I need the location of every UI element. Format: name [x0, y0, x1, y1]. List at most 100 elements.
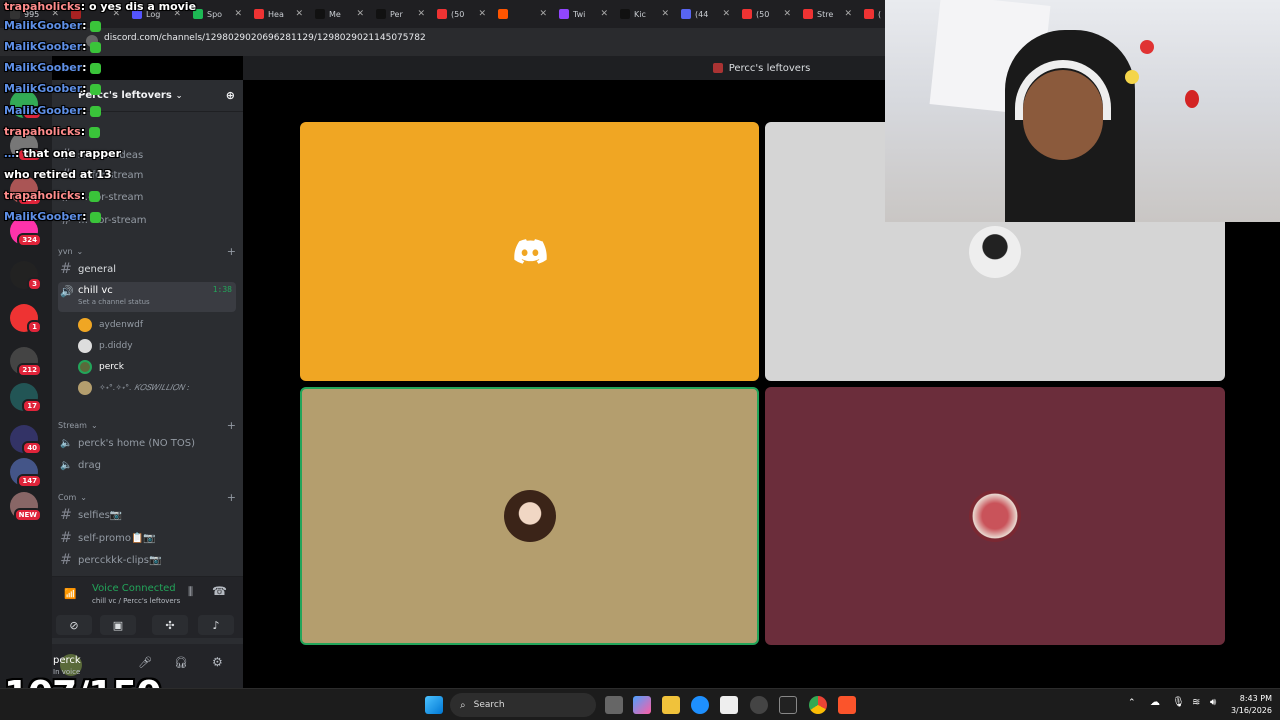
- notification-badge: 147: [17, 474, 42, 488]
- add-channel-icon[interactable]: +: [227, 245, 236, 258]
- file-explorer-icon[interactable]: [662, 696, 680, 714]
- video-tile-aydenwdf[interactable]: [300, 122, 759, 381]
- add-member-icon[interactable]: ⊕: [226, 89, 235, 102]
- chrome-icon[interactable]: [809, 696, 827, 714]
- wifi-icon[interactable]: ≋: [1192, 697, 1200, 708]
- voice-location[interactable]: chill vc / Percc's leftovers: [92, 597, 180, 605]
- settings-gear-icon[interactable]: ⚙: [212, 655, 223, 669]
- tab-label: Twi: [573, 9, 586, 19]
- channel-drag[interactable]: 🔈 drag: [58, 455, 236, 475]
- category-yvn[interactable]: yvn ⌄ +: [58, 245, 236, 258]
- voice-user[interactable]: p.diddy: [78, 337, 133, 355]
- avatar: [503, 490, 556, 542]
- chevron-down-icon: ⌄: [90, 421, 98, 430]
- store-icon[interactable]: [720, 696, 738, 714]
- taskbar-search[interactable]: ⌕ Search: [450, 693, 596, 717]
- browser-tab[interactable]: Spo ✕: [187, 2, 248, 26]
- edge-icon[interactable]: [691, 696, 709, 714]
- speaker-icon: 🔈: [60, 459, 73, 471]
- signal-icon[interactable]: 📶: [64, 589, 76, 600]
- start-button-icon[interactable]: [425, 696, 443, 714]
- soundboard-button[interactable]: ♪: [198, 615, 234, 635]
- close-tab-icon[interactable]: ✕: [722, 9, 730, 19]
- capcut-icon[interactable]: [779, 696, 797, 714]
- channel-chill-vc[interactable]: 🔊 chill vc Set a channel status 1:38: [58, 282, 236, 312]
- video-tile-perck[interactable]: [765, 387, 1225, 645]
- volume-icon[interactable]: 🔊︎: [1210, 697, 1216, 708]
- disconnect-icon[interactable]: ☎: [212, 584, 227, 598]
- server-icon[interactable]: 40: [10, 425, 42, 455]
- obs-icon[interactable]: [750, 696, 768, 714]
- tab-label: Hea: [268, 9, 284, 19]
- headphones-icon[interactable]: 🎧︎: [174, 656, 188, 669]
- browser-tab[interactable]: (44 ✕: [675, 2, 736, 26]
- server-icon[interactable]: 3: [10, 261, 42, 291]
- voice-status[interactable]: Voice Connected: [92, 583, 176, 594]
- channel-self-promo[interactable]: # self-promo📋📷: [58, 528, 236, 548]
- add-channel-icon[interactable]: +: [227, 419, 236, 432]
- channel-general[interactable]: # general: [58, 259, 236, 279]
- browser-tab[interactable]: (50 ✕: [736, 2, 797, 26]
- browser-tab[interactable]: Per ✕: [370, 2, 431, 26]
- category-stream[interactable]: Stream ⌄ +: [58, 419, 236, 432]
- voice-connected-panel: 📶 Voice Connected chill vc / Percc's lef…: [52, 576, 243, 638]
- browser-tab[interactable]: Kic ✕: [614, 2, 675, 26]
- speaker-icon: 🔈: [60, 437, 73, 449]
- microphone-icon[interactable]: 🎤︎: [138, 656, 152, 669]
- microphone-icon[interactable]: 🎙︎: [1172, 697, 1185, 708]
- tab-label: (44: [695, 9, 709, 19]
- close-tab-icon[interactable]: ✕: [600, 9, 608, 19]
- browser-tab[interactable]: Stre ✕: [797, 2, 858, 26]
- close-tab-icon[interactable]: ✕: [417, 9, 425, 19]
- copilot-icon[interactable]: [633, 696, 651, 714]
- chat-username: …: [4, 147, 15, 160]
- noise-suppression-icon[interactable]: ⫼: [188, 585, 193, 599]
- tab-label: Stre: [817, 9, 834, 19]
- channel-percks-home[interactable]: 🔈 perck's home (NO TOS): [58, 433, 236, 453]
- close-tab-icon[interactable]: ✕: [356, 9, 364, 19]
- category-com[interactable]: Com ⌄ +: [58, 491, 236, 504]
- server-icon[interactable]: 212: [10, 347, 42, 377]
- channel-status[interactable]: Set a channel status: [78, 298, 150, 306]
- brave-icon[interactable]: [838, 696, 856, 714]
- notification-badge: 324: [17, 233, 42, 247]
- voice-user[interactable]: perck: [78, 358, 124, 376]
- add-channel-icon[interactable]: +: [227, 491, 236, 504]
- url-text: discord.com/channels/1298029020696281129…: [104, 33, 426, 43]
- chevron-down-icon: ⌄: [80, 493, 87, 502]
- browser-tab[interactable]: Hea ✕: [248, 2, 309, 26]
- close-tab-icon[interactable]: ✕: [478, 9, 486, 19]
- tab-favicon-icon: [376, 9, 386, 19]
- close-tab-icon[interactable]: ✕: [661, 9, 669, 19]
- browser-tab[interactable]: (50 ✕: [431, 2, 492, 26]
- close-tab-icon[interactable]: ✕: [844, 9, 852, 19]
- camera-off-button[interactable]: ⊘: [56, 615, 92, 635]
- browser-tab[interactable]: Me ✕: [309, 2, 370, 26]
- channel-selfies[interactable]: # selfies📷: [58, 505, 236, 525]
- voice-user[interactable]: ✧˖°.✧˖°. 𝐾𝑂𝑆𝑊𝐼𝐿𝐿𝐼𝑂𝑁 :: [78, 379, 190, 397]
- server-icon[interactable]: 1: [10, 304, 42, 334]
- task-view-icon[interactable]: [605, 696, 623, 714]
- close-tab-icon[interactable]: ✕: [295, 9, 303, 19]
- chat-username: trapaholicks: [4, 0, 81, 13]
- close-tab-icon[interactable]: ✕: [234, 9, 242, 19]
- server-icon[interactable]: NEW: [10, 492, 42, 522]
- cloud-icon[interactable]: ☁: [1150, 697, 1160, 708]
- taskbar-clock[interactable]: 8:43 PM 3/16/2026: [1231, 693, 1272, 717]
- tab-favicon-icon: [498, 9, 508, 19]
- channel-percckkk-clips[interactable]: # percckkk-clips📷: [58, 550, 236, 570]
- browser-tab[interactable]: ✕: [492, 2, 553, 26]
- activities-button[interactable]: ✣: [152, 615, 188, 635]
- server-icon[interactable]: 17: [10, 383, 42, 413]
- screen-share-button[interactable]: ▣: [100, 615, 136, 635]
- video-tile-koswillion[interactable]: [300, 387, 759, 645]
- server-icon[interactable]: 147: [10, 458, 42, 488]
- voice-user[interactable]: aydenwdf: [78, 316, 143, 334]
- chevron-up-icon[interactable]: ⌃: [1128, 698, 1136, 708]
- browser-tab[interactable]: Twi ✕: [553, 2, 614, 26]
- close-tab-icon[interactable]: ✕: [783, 9, 791, 19]
- chat-message: trapaholicks: o yes dis a movie: [4, 0, 197, 13]
- close-tab-icon[interactable]: ✕: [539, 9, 547, 19]
- tab-favicon-icon: [864, 9, 874, 19]
- hash-icon: #: [60, 552, 72, 568]
